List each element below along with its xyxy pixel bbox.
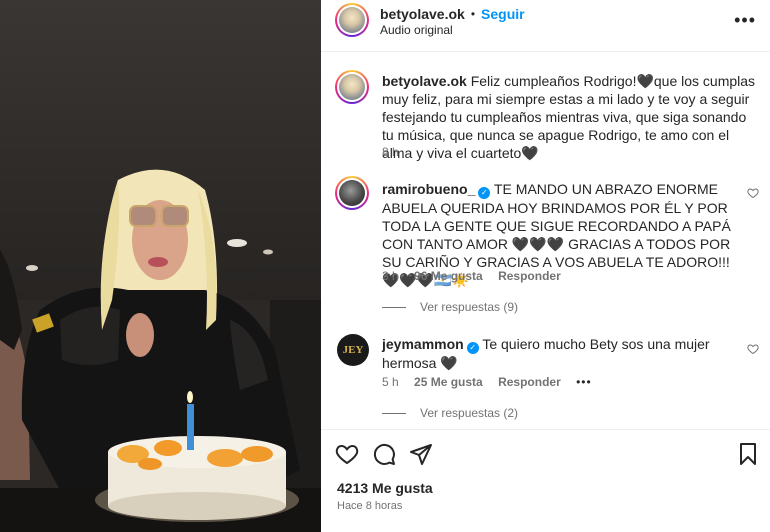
- separator-dot: •: [470, 7, 476, 21]
- comment-2-like-icon[interactable]: [747, 343, 759, 355]
- replies-divider: [382, 412, 406, 414]
- comment-2: jeymammon ✓ Te quiero mucho Bety sos una …: [382, 335, 738, 372]
- comment-2-likes[interactable]: 25 Me gusta: [414, 375, 483, 389]
- comment-1-like-icon[interactable]: [747, 187, 759, 199]
- comment-2-reply-button[interactable]: Responder: [498, 375, 561, 389]
- replies-divider: [382, 306, 406, 308]
- comment-1-username[interactable]: ramirobueno_: [382, 181, 475, 197]
- comment-1-meta: 3 h 96 Me gusta Responder: [382, 269, 573, 283]
- comment-1-view-replies-label: Ver respuestas (9): [420, 300, 519, 314]
- comment-avatar-ramirobueno[interactable]: [335, 176, 369, 210]
- audio-label[interactable]: Audio original: [380, 23, 453, 37]
- caption-username[interactable]: betyolave.ok: [382, 73, 467, 89]
- comment-2-time: 5 h: [382, 375, 399, 389]
- caption: betyolave.ok Feliz cumpleaños Rodrigo!🖤q…: [382, 72, 760, 162]
- post-video[interactable]: [0, 0, 321, 532]
- post-timestamp[interactable]: Hace 8 horas: [337, 500, 402, 512]
- video-frame: [0, 169, 321, 532]
- likes-count[interactable]: 4213 Me gusta: [337, 480, 433, 496]
- comment-2-more-icon[interactable]: •••: [576, 375, 592, 389]
- comment-avatar-jeymammon[interactable]: JEY: [337, 334, 369, 366]
- post-panel: betyolave.ok • Seguir Audio original •••…: [321, 0, 770, 532]
- comment-2-view-replies-label: Ver respuestas (2): [420, 406, 519, 420]
- comment-1-time: 3 h: [382, 269, 399, 283]
- more-options-icon[interactable]: •••: [734, 10, 756, 31]
- verified-badge-icon: ✓: [466, 342, 479, 354]
- save-bookmark-icon[interactable]: [736, 442, 760, 466]
- post-header: betyolave.ok • Seguir Audio original •••: [321, 0, 770, 52]
- comment-2-meta: 5 h 25 Me gusta Responder •••: [382, 375, 604, 389]
- comment-bubble-icon[interactable]: [372, 442, 396, 466]
- caption-time: 8 h: [382, 145, 399, 159]
- comment-1-likes[interactable]: 96 Me gusta: [414, 269, 483, 283]
- caption-avatar[interactable]: [335, 70, 369, 104]
- comment-2-username[interactable]: jeymammon: [382, 336, 464, 352]
- author-username[interactable]: betyolave.ok: [380, 6, 465, 22]
- comments-section: betyolave.ok Feliz cumpleaños Rodrigo!🖤q…: [321, 53, 770, 428]
- share-send-icon[interactable]: [409, 442, 433, 466]
- comment-2-view-replies[interactable]: Ver respuestas (2): [382, 406, 518, 420]
- jey-logo-text: JEY: [342, 344, 364, 356]
- comment-1-reply-button[interactable]: Responder: [498, 269, 561, 283]
- comment-1-view-replies[interactable]: Ver respuestas (9): [382, 300, 518, 314]
- verified-badge-icon: ✓: [478, 187, 491, 199]
- post-actions: 4213 Me gusta Hace 8 horas: [321, 429, 770, 532]
- like-heart-icon[interactable]: [335, 442, 359, 466]
- author-avatar[interactable]: [335, 3, 369, 37]
- follow-button[interactable]: Seguir: [481, 6, 525, 22]
